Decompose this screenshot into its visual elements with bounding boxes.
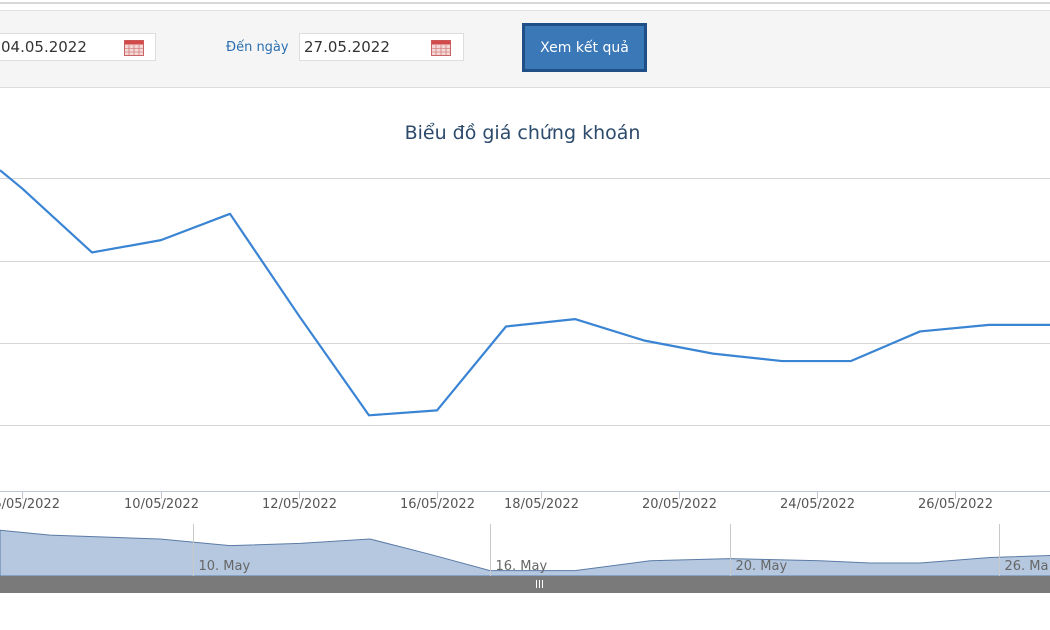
x-tick-label: 16/05/2022 <box>400 497 475 512</box>
navigator-label: 20. May <box>736 559 788 574</box>
chart-gridlines <box>0 178 1050 492</box>
price-chart: 06/05/2022 10/05/2022 12/05/2022 16/05/2022… <box>0 169 1050 593</box>
x-tick-label: 24/05/2022 <box>780 497 855 512</box>
navigator-label: 10. May <box>199 559 251 574</box>
x-tick-label: 20/05/2022 <box>642 497 717 512</box>
x-axis: 06/05/2022 10/05/2022 12/05/2022 16/05/2022… <box>0 491 993 512</box>
x-tick-label: 12/05/2022 <box>262 497 337 512</box>
price-line <box>0 169 1050 417</box>
x-tick-label: 26/05/2022 <box>918 497 993 512</box>
x-tick-label: 18/05/2022 <box>504 497 579 512</box>
navigator-label: 16. May <box>496 559 548 574</box>
navigator: 10. May 16. May 20. May 26. Ma <box>0 524 1050 577</box>
navigator-label: 26. Ma <box>1005 559 1049 574</box>
navigator-scrollbar <box>0 576 1050 593</box>
scrollbar-track <box>0 576 1050 593</box>
price-series <box>0 169 1050 417</box>
x-tick-label: 06/05/2022 <box>0 497 60 512</box>
x-tick-label: 10/05/2022 <box>124 497 199 512</box>
